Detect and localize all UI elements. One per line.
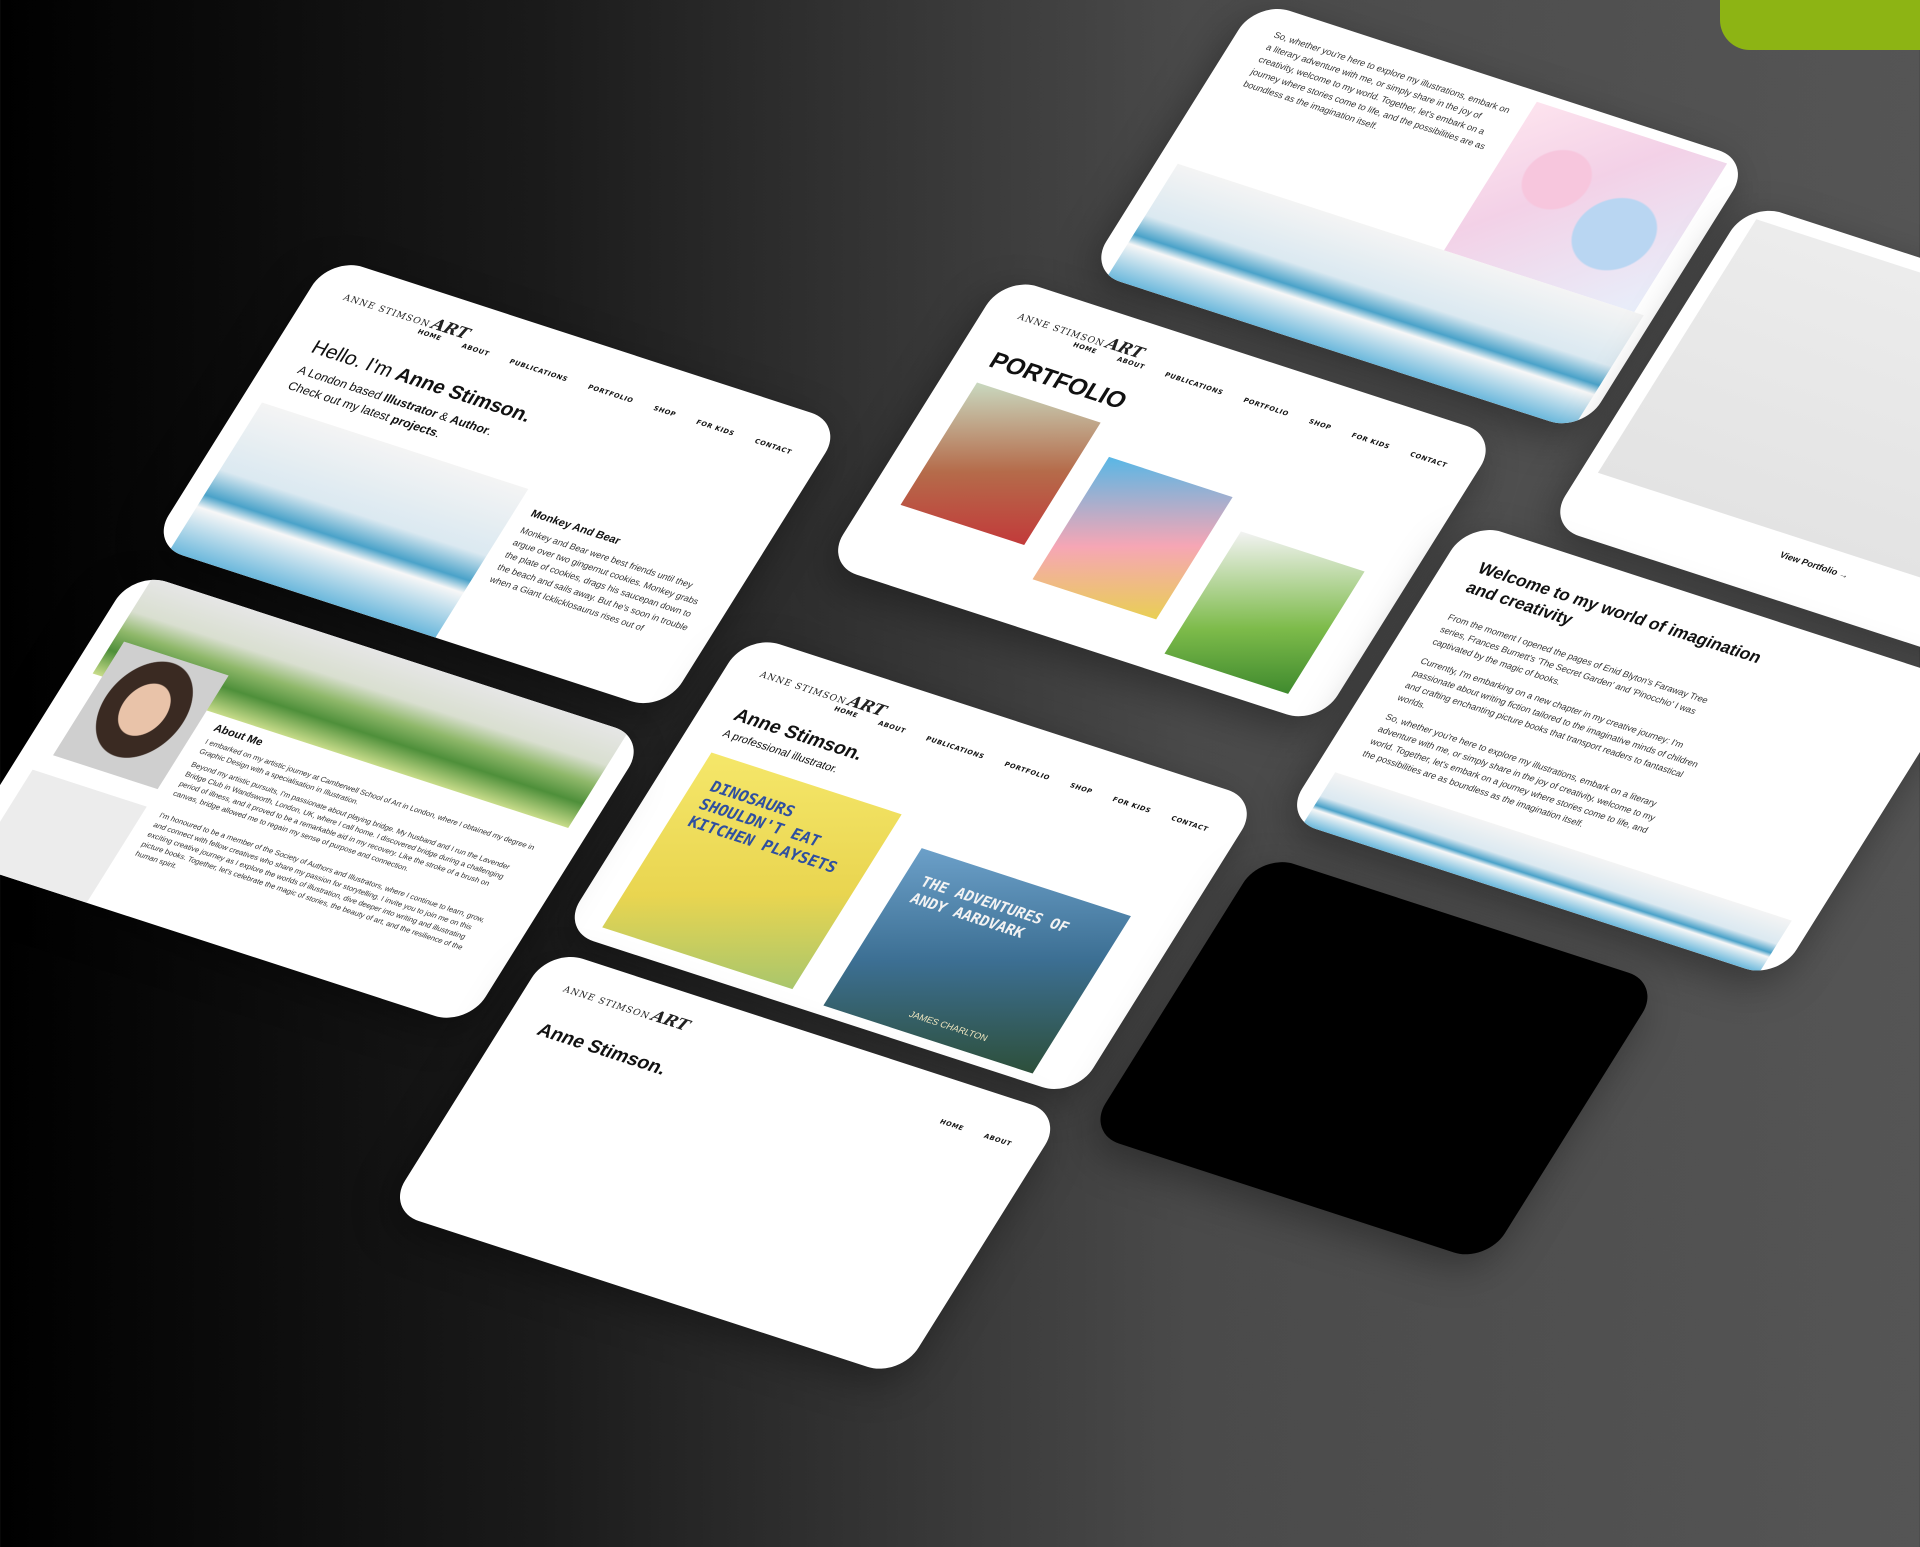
nav-for-kids[interactable]: FOR KIDS bbox=[1111, 795, 1153, 814]
nav-about[interactable]: ABOUT bbox=[460, 342, 491, 358]
accent-tab bbox=[1720, 0, 1920, 50]
nav-contact[interactable]: CONTACT bbox=[1408, 450, 1449, 469]
sketch-image bbox=[0, 769, 147, 903]
book2-title: THE ADVENTURES OF ANDY AARDVARK bbox=[906, 872, 1073, 942]
logo-name: ANNE STIMSON bbox=[560, 985, 652, 1022]
book2-author: JAMES CHARLTON bbox=[907, 1009, 990, 1044]
arrow-right-icon: → bbox=[1837, 569, 1852, 581]
nav-publications[interactable]: PUBLICATIONS bbox=[924, 735, 986, 761]
logo-name: ANNE STIMSON bbox=[340, 293, 432, 330]
book-cover-andy-aardvark[interactable]: THE ADVENTURES OF ANDY AARDVARK JAMES CH… bbox=[823, 848, 1131, 1074]
view-portfolio-link[interactable]: View Portfolio → bbox=[1778, 550, 1851, 581]
site-logo[interactable]: ANNE STIMSONART bbox=[1015, 306, 1148, 363]
book1-title: DINOSAURS SHOULDN'T EAT KITCHEN PLAYSETS bbox=[684, 777, 842, 877]
site-logo-bottom[interactable]: ANNE STIMSONART bbox=[560, 978, 694, 1035]
logo-name: ANNE STIMSON bbox=[1015, 312, 1107, 350]
nav-home[interactable]: HOME bbox=[938, 1118, 965, 1132]
nav-portfolio[interactable]: PORTFOLIO bbox=[586, 383, 635, 404]
nav-for-kids[interactable]: FOR KIDS bbox=[1350, 431, 1392, 450]
logo-mark: ART bbox=[647, 1006, 694, 1035]
nav-publications[interactable]: PUBLICATIONS bbox=[508, 358, 570, 384]
pubs-name-bottom: Anne Stimson. bbox=[532, 1019, 671, 1080]
nav-for-kids[interactable]: FOR KIDS bbox=[694, 418, 736, 437]
nav-contact[interactable]: CONTACT bbox=[1169, 814, 1210, 833]
mockup-stage: So, whether you're here to explore my il… bbox=[0, 0, 1920, 1378]
nav-shop[interactable]: SHOP bbox=[1307, 418, 1333, 432]
nav-portfolio[interactable]: PORTFOLIO bbox=[1003, 760, 1052, 781]
welcome-text: So, whether you're here to explore my il… bbox=[1241, 30, 1513, 152]
nav-contact[interactable]: CONTACT bbox=[753, 437, 794, 456]
site-logo-home[interactable]: ANNE STIMSONART bbox=[340, 286, 474, 343]
nav-portfolio[interactable]: PORTFOLIO bbox=[1242, 396, 1291, 417]
view-portfolio-label: View Portfolio bbox=[1777, 549, 1841, 578]
nav-about[interactable]: ABOUT bbox=[982, 1132, 1013, 1148]
tilted-card-grid: So, whether you're here to explore my il… bbox=[0, 0, 1920, 1378]
nav-shop[interactable]: SHOP bbox=[1068, 782, 1094, 796]
logo-name: ANNE STIMSON bbox=[757, 670, 849, 707]
nav-shop[interactable]: SHOP bbox=[652, 404, 678, 418]
site-logo-pubs[interactable]: ANNE STIMSONART bbox=[757, 663, 890, 720]
nav-publications[interactable]: PUBLICATIONS bbox=[1163, 371, 1225, 397]
main-nav-bottom: HOME ABOUT bbox=[938, 1118, 1013, 1148]
hero-role2: Author bbox=[447, 412, 493, 437]
nav-about[interactable]: ABOUT bbox=[876, 719, 907, 735]
